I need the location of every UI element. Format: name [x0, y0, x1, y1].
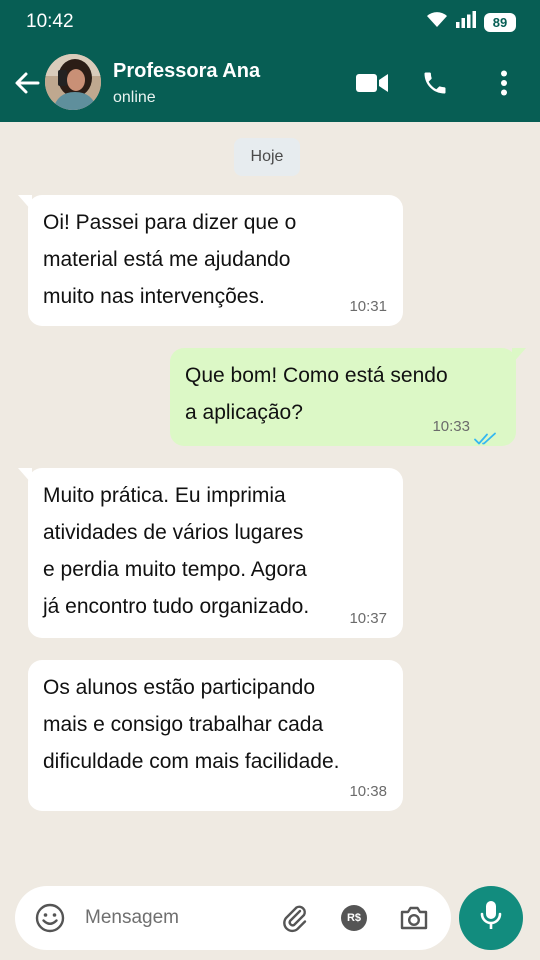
attach-icon[interactable] [279, 902, 311, 934]
camera-icon[interactable] [398, 902, 430, 934]
contact-name[interactable]: Professora Ana [113, 60, 260, 83]
signal-icon [456, 11, 476, 33]
message-bubble-incoming[interactable]: Oi! Passei para dizer que o material est… [18, 195, 403, 326]
chat-area[interactable]: Hoje Oi! Passei para dizer que o materia… [0, 122, 540, 874]
avatar[interactable] [45, 54, 101, 110]
message-text: Muito prática. Eu imprimia atividades de… [43, 484, 310, 618]
emoji-icon[interactable] [34, 902, 66, 934]
status-bar: 10:42 89 [0, 0, 540, 44]
bubble-tail [18, 468, 32, 484]
status-icons: 89 [426, 11, 516, 33]
bubble-tail [512, 348, 526, 364]
mic-button[interactable] [459, 886, 523, 950]
message-time: 10:38 [349, 783, 387, 800]
status-time: 10:42 [26, 11, 74, 32]
message-time: 10:31 [349, 298, 387, 315]
read-ticks-icon [474, 421, 498, 445]
message-time: 10:37 [349, 610, 387, 627]
payment-icon[interactable]: R$ [338, 902, 370, 934]
message-input[interactable] [85, 902, 265, 934]
message-bubble-incoming[interactable]: Os alunos estão participando mais e cons… [28, 660, 403, 811]
phone-icon[interactable] [420, 66, 450, 100]
message-bubble-incoming[interactable]: Muito prática. Eu imprimia atividades de… [18, 468, 403, 638]
top-bar: 10:42 89 Professora Ana online [0, 0, 540, 122]
payment-label: R$ [341, 905, 367, 931]
wifi-icon [426, 11, 448, 33]
mic-icon [478, 899, 504, 938]
message-bubble-outgoing[interactable]: Que bom! Como está sendo a aplicação? 10… [170, 348, 526, 446]
video-call-icon[interactable] [355, 66, 389, 100]
chat-header: Professora Ana online [0, 44, 540, 122]
message-time: 10:33 [432, 418, 470, 435]
more-vert-icon[interactable] [494, 66, 514, 100]
contact-status: online [113, 89, 156, 106]
back-arrow-icon[interactable] [12, 68, 42, 98]
message-text: Oi! Passei para dizer que o material est… [43, 211, 297, 308]
message-text: Os alunos estão participando mais e cons… [43, 676, 340, 773]
date-divider: Hoje [234, 138, 300, 176]
battery-indicator: 89 [484, 12, 516, 32]
bubble-tail [18, 195, 32, 211]
message-composer: R$ [15, 886, 451, 950]
